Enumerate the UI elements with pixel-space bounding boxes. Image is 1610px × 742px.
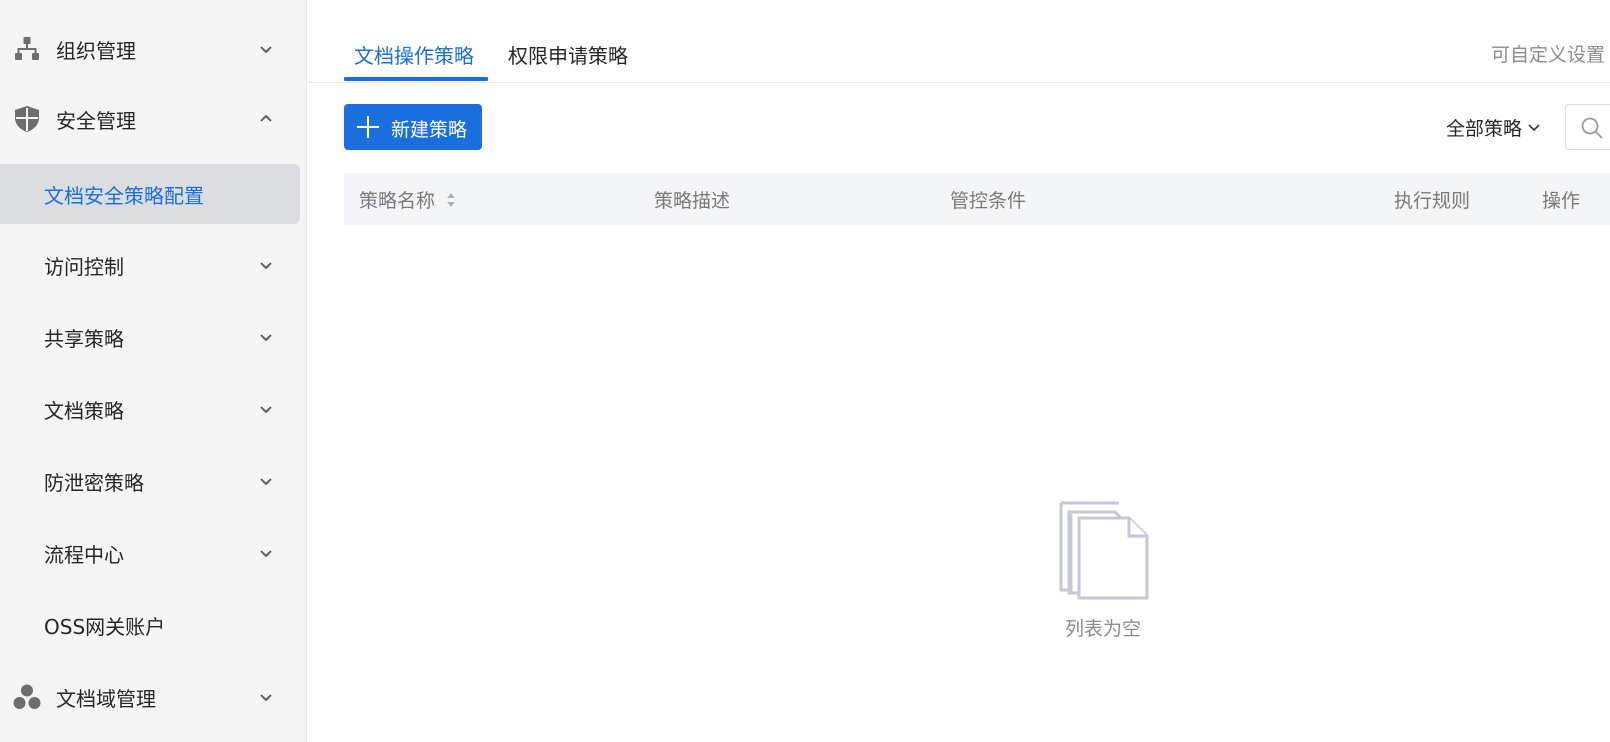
sidebar-item-document-policy[interactable]: 文档策略 [0,379,300,439]
active-tab-indicator [344,77,488,81]
chevron-up-icon [260,114,272,122]
sidebar-item-org-management[interactable]: 组织管理 [0,19,300,79]
sort-icon[interactable] [445,190,457,210]
sidebar-item-label: 流程中心 [44,542,124,567]
main-content: 文档操作策略 权限申请策略 可自定义设置 新建策略 全部策略 策略名称 策略描述… [308,0,1610,742]
app-root: 组织管理 安全管理 文档安全策略配置 访问控制 共享策略 文档策略 防泄密策略 … [0,0,1610,742]
policy-filter-label: 全部策略 [1446,117,1523,140]
shield-icon [13,105,41,133]
chevron-down-icon [260,406,272,414]
empty-documents-icon [1059,501,1149,600]
sidebar-item-label: 文档策略 [44,398,124,423]
plus-icon [357,116,379,138]
sidebar-item-label: 安全管理 [56,108,136,133]
new-policy-button-label: 新建策略 [391,119,468,141]
chevron-down-icon [260,550,272,558]
sidebar-item-security-management[interactable]: 安全管理 [0,89,300,149]
chevron-down-icon [1528,124,1540,132]
sidebar-item-sharing-policy[interactable]: 共享策略 [0,307,300,367]
sidebar-item-label: 共享策略 [44,326,124,351]
sidebar-item-label: 访问控制 [44,254,124,279]
sidebar-item-label: 防泄密策略 [44,470,144,495]
empty-state-text: 列表为空 [1064,618,1141,640]
sidebar-item-doc-domain-management[interactable]: 文档域管理 [0,667,300,727]
sidebar: 组织管理 安全管理 文档安全策略配置 访问控制 共享策略 文档策略 防泄密策略 … [0,0,307,742]
search-icon [1581,117,1603,139]
org-tree-icon [13,35,41,63]
column-header-control-conditions: 管控条件 [950,190,1027,212]
column-header-actions: 操作 [1542,190,1581,212]
search-input[interactable] [1565,104,1610,150]
chevron-down-icon [260,694,272,702]
sidebar-item-oss-gateway-account[interactable]: OSS网关账户 [0,595,300,655]
column-header-policy-name[interactable]: 策略名称 [359,186,435,213]
empty-state: 列表为空 [308,500,1610,650]
sidebar-item-label: OSS网关账户 [44,614,166,639]
sidebar-item-access-control[interactable]: 访问控制 [0,235,300,295]
sidebar-item-label: 文档安全策略配置 [44,183,204,208]
column-header-execution-rules: 执行规则 [1394,190,1471,212]
tab-doc-operation-policy[interactable]: 文档操作策略 [354,40,474,69]
sidebar-item-doc-security-policy-config[interactable]: 文档安全策略配置 [0,164,300,224]
sidebar-item-workflow-center[interactable]: 流程中心 [0,523,300,583]
chevron-down-icon [260,478,272,486]
toolbar: 新建策略 全部策略 [308,104,1610,150]
table-header: 策略名称 策略描述 管控条件 执行规则 操作 [344,173,1610,225]
chevron-down-icon [260,46,272,54]
chevron-down-icon [260,334,272,342]
new-policy-button[interactable]: 新建策略 [344,104,482,150]
sidebar-item-leak-prevention-policy[interactable]: 防泄密策略 [0,451,300,511]
chevron-down-icon [260,262,272,270]
tab-permission-request-policy[interactable]: 权限申请策略 [508,40,628,69]
policy-filter-dropdown[interactable]: 全部策略 [1446,114,1542,140]
customize-settings-link[interactable]: 可自定义设置 [1491,40,1605,67]
sidebar-item-label: 文档域管理 [56,686,156,711]
tab-bar: 文档操作策略 权限申请策略 可自定义设置 [308,0,1610,83]
column-header-policy-description: 策略描述 [654,190,731,212]
sidebar-item-label: 组织管理 [56,38,136,63]
cluster-icon [13,683,41,711]
